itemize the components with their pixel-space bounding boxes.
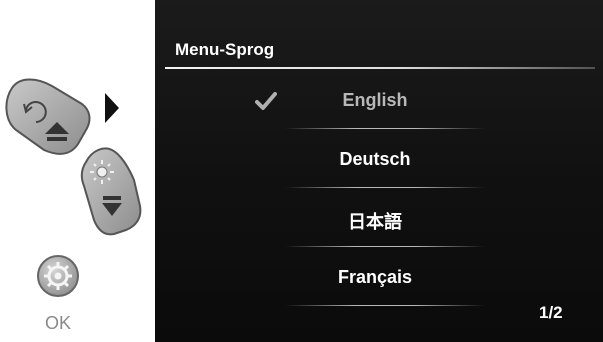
language-item-francais[interactable]: Français: [155, 247, 603, 306]
language-label: English: [342, 90, 408, 110]
pointer-arrow-icon: [105, 93, 119, 123]
controls-graphic: [5, 78, 142, 297]
ok-button[interactable]: [37, 255, 79, 297]
gear-icon: [44, 262, 72, 290]
page-indicator: 1/2: [539, 303, 563, 322]
language-item-japanese[interactable]: 日本語: [155, 188, 603, 247]
language-label: Français: [337, 267, 413, 287]
device-controls: OK: [0, 0, 155, 342]
title-divider: [165, 67, 595, 69]
language-label: 日本語: [348, 212, 402, 232]
language-item-english[interactable]: English: [155, 70, 603, 129]
down-brightness-button[interactable]: [80, 147, 142, 236]
language-item-deutsch[interactable]: Deutsch: [155, 129, 603, 188]
device-screen: Menu-Sprog English Deutsch 日本語 Français …: [155, 0, 603, 342]
ok-label: OK: [44, 313, 71, 333]
menu-title: Menu-Sprog: [175, 40, 275, 59]
up-rotate-button[interactable]: [5, 78, 91, 155]
checkmark-icon: [255, 92, 277, 110]
item-divider: [285, 305, 485, 306]
language-label: Deutsch: [339, 149, 411, 169]
